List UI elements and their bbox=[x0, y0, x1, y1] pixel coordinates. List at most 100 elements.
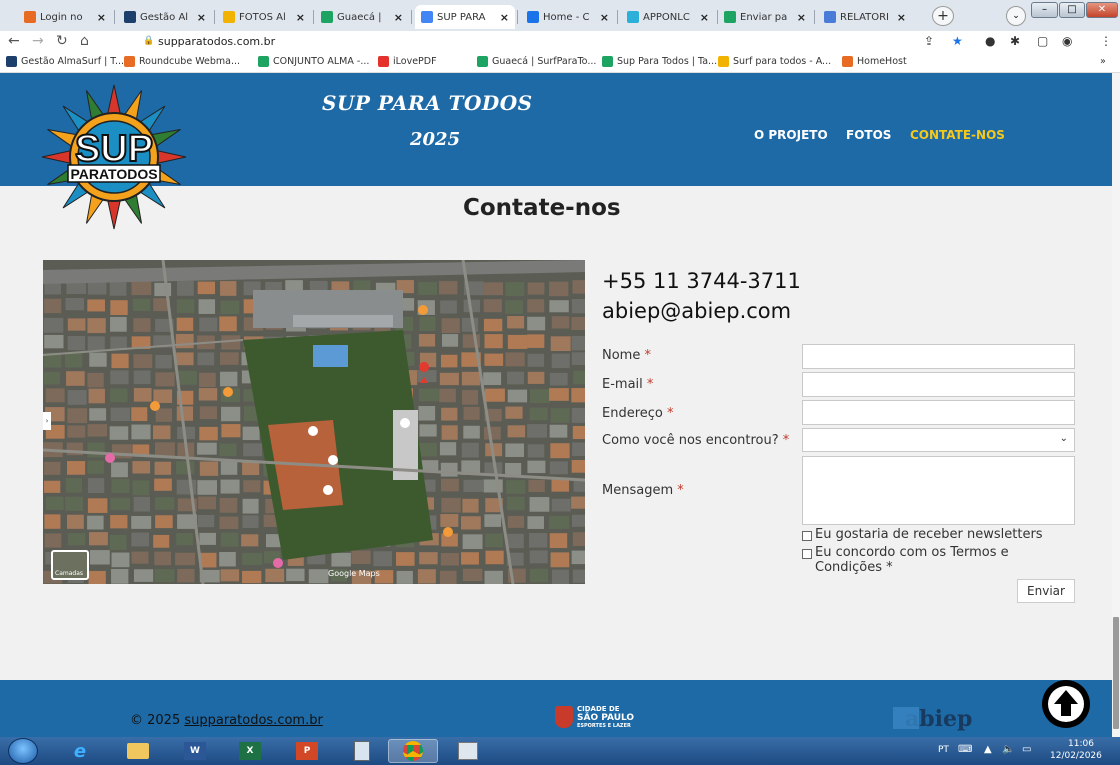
profile-avatar[interactable]: ◉ bbox=[1062, 34, 1072, 48]
home-icon[interactable]: ⌂ bbox=[80, 33, 89, 49]
map-block bbox=[87, 424, 108, 437]
sao-paulo-logo[interactable]: CIDADE DE SÃO PAULO ESPORTES E LAZER bbox=[555, 705, 634, 729]
bookmark-item[interactable]: CONJUNTO ALMA -... bbox=[258, 56, 369, 67]
google-map[interactable]: › Camadas Google Maps bbox=[43, 260, 585, 584]
ie-icon[interactable]: e bbox=[55, 739, 105, 763]
start-button[interactable] bbox=[8, 738, 38, 764]
network-icon[interactable]: ▭ bbox=[1022, 744, 1031, 755]
copyright-link[interactable]: supparatodos.com.br bbox=[184, 713, 322, 728]
tab-close-icon[interactable]: × bbox=[797, 11, 806, 24]
address-bar[interactable]: supparatodos.com.br bbox=[158, 35, 275, 48]
map-block bbox=[550, 336, 571, 351]
map-block bbox=[110, 497, 131, 511]
chrome-icon[interactable] bbox=[388, 739, 438, 763]
bookmark-item[interactable]: Sup Para Todos | Ta... bbox=[602, 56, 717, 67]
browser-tab[interactable]: Guaecá | × bbox=[315, 5, 409, 29]
tab-close-icon[interactable]: × bbox=[296, 11, 305, 24]
tray-expand-icon[interactable]: ▲ bbox=[984, 744, 992, 755]
lock-icon[interactable]: 🔒 bbox=[143, 36, 154, 46]
close-window-button[interactable]: ✕ bbox=[1086, 2, 1118, 18]
browser-tab[interactable]: RELATÓRI × bbox=[818, 5, 912, 29]
clock-date[interactable]: 12/02/2026 bbox=[1050, 751, 1102, 761]
maximize-button[interactable]: □ bbox=[1059, 2, 1085, 18]
map-block bbox=[176, 533, 193, 546]
bookmarks-overflow[interactable]: » bbox=[1100, 56, 1106, 67]
share-icon[interactable]: ⇪ bbox=[924, 34, 934, 48]
map-block bbox=[417, 370, 437, 383]
email-input[interactable] bbox=[802, 372, 1075, 397]
tab-close-icon[interactable]: × bbox=[97, 11, 106, 24]
map-block bbox=[154, 478, 172, 491]
bookmark-item[interactable]: Roundcube Webma... bbox=[124, 56, 240, 67]
forward-icon[interactable]: → bbox=[32, 33, 44, 49]
explorer-icon[interactable] bbox=[113, 739, 163, 763]
found-select[interactable]: ⌄ bbox=[802, 428, 1075, 452]
tab-close-icon[interactable]: × bbox=[700, 11, 709, 24]
map-block bbox=[549, 424, 568, 438]
browser-tab[interactable]: APPONLC × bbox=[621, 5, 715, 29]
map-layer-button[interactable]: Camadas bbox=[51, 550, 89, 580]
bookmark-favicon-icon bbox=[378, 56, 389, 67]
page-scrollbar[interactable] bbox=[1112, 73, 1120, 737]
map-block bbox=[109, 534, 127, 550]
newsletter-checkbox[interactable]: Eu gostaria de receber newsletters bbox=[802, 527, 1043, 542]
newsletter-checkbox-box[interactable] bbox=[802, 531, 812, 541]
sidepanel-icon[interactable]: ▢ bbox=[1037, 34, 1048, 48]
tab-search-button[interactable]: ⌄ bbox=[1006, 6, 1026, 26]
map-imagery[interactable] bbox=[43, 260, 585, 584]
map-expand-toggle[interactable]: › bbox=[43, 412, 51, 430]
logo-text-top: SUP bbox=[75, 128, 153, 170]
submit-button[interactable]: Enviar bbox=[1017, 579, 1075, 603]
browser-tab[interactable]: Enviar pa × bbox=[718, 5, 812, 29]
map-block bbox=[133, 496, 151, 512]
language-indicator[interactable]: PT bbox=[938, 745, 949, 755]
address-input[interactable] bbox=[802, 400, 1075, 425]
map-block bbox=[529, 568, 548, 583]
tab-close-icon[interactable]: × bbox=[897, 11, 906, 24]
new-tab-button[interactable]: + bbox=[932, 6, 954, 26]
browser-tab[interactable]: Home - C × bbox=[521, 5, 615, 29]
extension-icon[interactable]: ● bbox=[985, 34, 995, 48]
clock-time[interactable]: 11:06 bbox=[1068, 739, 1094, 749]
media-icon[interactable] bbox=[443, 739, 493, 763]
browser-tab[interactable]: FOTOS Al × bbox=[217, 5, 311, 29]
menu-icon[interactable]: ⋮ bbox=[1100, 34, 1112, 48]
word-icon[interactable]: W bbox=[170, 739, 220, 763]
abiep-logo[interactable]: abiep bbox=[893, 706, 972, 732]
nav-fotos[interactable]: FOTOS bbox=[846, 128, 891, 142]
sp-line1: CIDADE DE bbox=[577, 705, 620, 713]
minimize-button[interactable]: – bbox=[1031, 2, 1058, 18]
tab-close-icon[interactable]: × bbox=[197, 11, 206, 24]
terms-checkbox[interactable]: Eu concordo com os Termos e Condições * bbox=[802, 545, 1042, 575]
map-block bbox=[176, 299, 195, 313]
bookmark-item[interactable]: Guaecá | SurfParaTo... bbox=[477, 56, 596, 67]
puzzle-icon[interactable]: ✱ bbox=[1010, 34, 1020, 48]
map-block bbox=[571, 299, 585, 314]
nav-contate-nos[interactable]: CONTATE-NOS bbox=[910, 128, 1005, 142]
bookmark-star-icon[interactable]: ★ bbox=[952, 34, 963, 48]
volume-icon[interactable]: 🔈 bbox=[1002, 744, 1014, 755]
nav-o-projeto[interactable]: O PROJETO bbox=[754, 128, 828, 142]
terms-checkbox-box[interactable] bbox=[802, 549, 812, 559]
keyboard-icon[interactable]: ⌨ bbox=[958, 744, 972, 755]
excel-icon[interactable]: X bbox=[225, 739, 275, 763]
powerpoint-icon[interactable]: P bbox=[282, 739, 332, 763]
browser-tab[interactable]: Gestão Al × bbox=[118, 5, 212, 29]
bookmark-item[interactable]: Surf para todos - A... bbox=[718, 56, 831, 67]
scrollbar-thumb[interactable] bbox=[1113, 617, 1119, 729]
tab-close-icon[interactable]: × bbox=[394, 11, 403, 24]
calculator-icon[interactable] bbox=[337, 739, 387, 763]
reload-icon[interactable]: ↻ bbox=[56, 33, 68, 49]
bookmark-item[interactable]: iLovePDF bbox=[378, 56, 437, 67]
back-icon[interactable]: ← bbox=[8, 33, 20, 49]
bookmark-item[interactable]: HomeHost bbox=[842, 56, 907, 67]
tab-close-icon[interactable]: × bbox=[600, 11, 609, 24]
bookmark-item[interactable]: Gestão AlmaSurf | T... bbox=[6, 56, 124, 67]
back-to-top-icon[interactable] bbox=[1042, 680, 1090, 728]
tab-close-icon[interactable]: × bbox=[500, 11, 509, 24]
browser-tab[interactable]: SUP PARA × bbox=[415, 5, 515, 29]
sup-para-todos-logo[interactable]: SUP PARATODOS bbox=[40, 83, 188, 231]
message-textarea[interactable] bbox=[802, 456, 1075, 525]
browser-tab[interactable]: Login no × bbox=[18, 5, 112, 29]
name-input[interactable] bbox=[802, 344, 1075, 369]
